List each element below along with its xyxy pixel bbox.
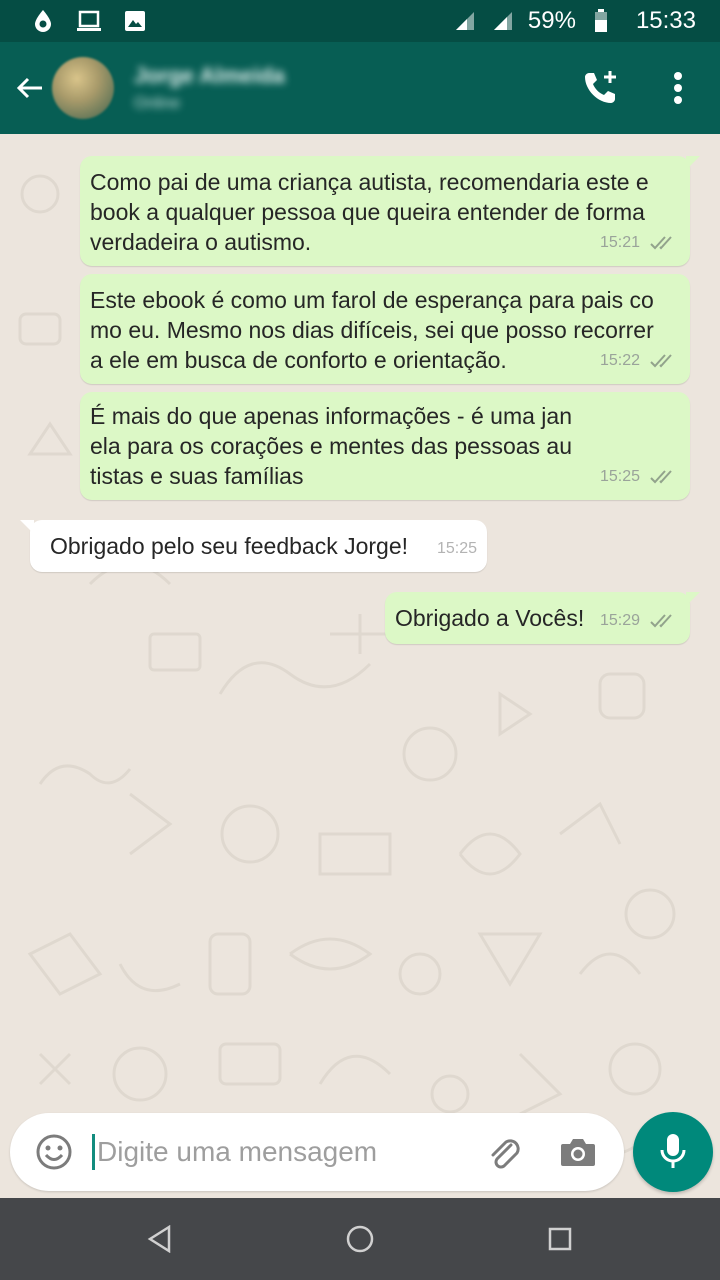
message-time: 15:25 [436, 540, 477, 557]
message-bubble-outgoing[interactable]: Este ebook é como um farol de esperança … [80, 274, 690, 384]
message-meta: 15:22 [600, 346, 676, 376]
signal-2-icon [490, 8, 516, 34]
signal-icon [452, 8, 478, 34]
avatar[interactable] [52, 57, 114, 119]
add-call-button[interactable] [578, 66, 622, 110]
message-text: É mais do que apenas informações - é uma… [90, 403, 573, 489]
paperclip-icon [491, 1139, 520, 1169]
nav-back-button[interactable] [130, 1209, 190, 1269]
image-icon [122, 8, 148, 34]
nav-recents-button[interactable] [530, 1209, 590, 1269]
double-check-icon [650, 354, 672, 368]
message-meta: 15:21 [600, 228, 676, 258]
clock: 15:33 [635, 7, 696, 34]
bubble-tail [686, 592, 700, 606]
system-nav-bar [0, 1198, 720, 1280]
contact-info[interactable]: Jorge Almeida Online [134, 63, 285, 113]
message-time: 15:22 [599, 352, 640, 369]
message-time: 15:21 [599, 234, 640, 251]
camera-button[interactable] [556, 1130, 600, 1174]
emoji-icon [36, 1134, 72, 1170]
message-text: Este ebook é como um farol de esperança … [90, 287, 654, 373]
double-check-icon [650, 470, 672, 484]
message-input[interactable] [97, 1136, 482, 1168]
message-time: 15:25 [599, 468, 640, 485]
more-options-button[interactable] [656, 66, 700, 110]
battery-icon [588, 8, 614, 34]
header-actions [578, 66, 700, 110]
double-check-icon [650, 614, 672, 628]
status-bar: 59% 15:33 [0, 0, 720, 42]
contact-name: Jorge Almeida [134, 63, 285, 88]
message-meta: 15:25 [600, 462, 676, 492]
message-text: Como pai de uma criança autista, recomen… [90, 169, 649, 255]
arrow-left-icon [16, 77, 42, 99]
message-meta: 15:29 [600, 606, 676, 636]
status-notification-icons [30, 8, 148, 34]
double-check-icon [650, 236, 672, 250]
message-bubble-outgoing[interactable]: Obrigado a Vocês! 15:29 [385, 592, 700, 644]
message-bubble-outgoing[interactable]: É mais do que apenas informações - é uma… [80, 392, 690, 500]
attach-button[interactable] [482, 1130, 526, 1174]
chat-header: Jorge Almeida Online [0, 42, 720, 134]
message-time: 15:29 [599, 612, 640, 629]
mic-icon [660, 1134, 686, 1168]
message-bubble-incoming[interactable]: Obrigado pelo seu feedback Jorge! 15:25 [20, 520, 487, 572]
chat-area[interactable]: Como pai de uma criança autista, recomen… [0, 134, 720, 1198]
bubble-tail [20, 520, 34, 534]
more-vert-icon [674, 72, 682, 104]
drop-icon [30, 8, 56, 34]
status-system-icons: 59% 15:33 [452, 7, 696, 35]
nav-home-button[interactable] [330, 1209, 390, 1269]
text-cursor [92, 1134, 95, 1170]
message-meta: 15:25 [437, 534, 477, 564]
add-call-icon [585, 71, 616, 103]
message-text: Obrigado pelo seu feedback Jorge! [50, 533, 409, 559]
voice-record-button[interactable] [633, 1112, 713, 1192]
screen-icon [76, 8, 102, 34]
message-composer [10, 1113, 624, 1191]
triangle-back-icon [147, 1225, 171, 1253]
back-button[interactable] [8, 58, 52, 118]
emoji-button[interactable] [32, 1130, 76, 1174]
circle-home-icon [346, 1225, 374, 1253]
battery-percent: 59% [527, 7, 576, 34]
camera-icon [561, 1139, 595, 1166]
square-recents-icon [548, 1227, 572, 1251]
message-bubble-outgoing[interactable]: Como pai de uma criança autista, recomen… [80, 156, 700, 266]
bubble-tail [686, 156, 700, 170]
contact-status: Online [134, 95, 181, 112]
